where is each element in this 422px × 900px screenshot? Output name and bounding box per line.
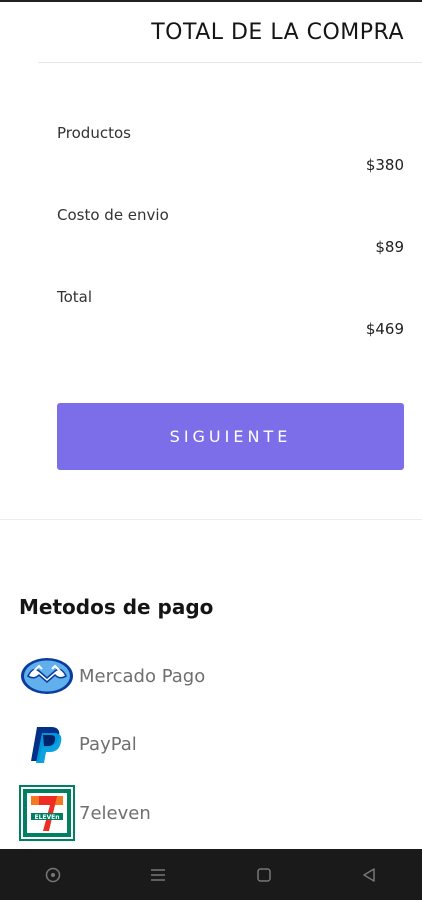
menu-icon[interactable] (138, 855, 178, 895)
next-button[interactable]: SIGUIENTE (57, 403, 404, 470)
products-label: Productos (57, 124, 131, 142)
svg-text:ELEVEn: ELEVEn (34, 814, 59, 821)
screen: TOTAL DE LA COMPRA Productos $380 Costo … (0, 0, 422, 900)
paypal-label: PayPal (79, 733, 137, 755)
section-divider (0, 519, 422, 520)
home-square-icon[interactable] (244, 855, 284, 895)
mercado-pago-logo-icon (19, 648, 75, 704)
circle-icon[interactable] (33, 855, 73, 895)
shipping-value: $89 (375, 238, 404, 256)
top-edge (0, 0, 422, 2)
payment-methods-title: Metodos de pago (19, 595, 214, 619)
seven-eleven-label: 7eleven (79, 802, 151, 824)
total-value: $469 (365, 320, 404, 338)
seven-eleven-logo-icon: ELEVEn (19, 785, 75, 841)
payment-method-mercado-pago[interactable]: Mercado Pago (19, 647, 404, 705)
page-title: TOTAL DE LA COMPRA (151, 20, 404, 45)
payment-method-paypal[interactable]: PayPal (19, 715, 404, 773)
products-value: $380 (365, 156, 404, 174)
payment-method-7eleven[interactable]: ELEVEn 7eleven (19, 784, 404, 842)
mercado-pago-label: Mercado Pago (79, 665, 206, 687)
back-triangle-icon[interactable] (349, 855, 389, 895)
system-navbar (0, 849, 422, 900)
shipping-label: Costo de envio (57, 206, 169, 224)
total-label: Total (57, 288, 93, 306)
paypal-logo-icon (19, 716, 75, 772)
header-divider (38, 62, 422, 63)
